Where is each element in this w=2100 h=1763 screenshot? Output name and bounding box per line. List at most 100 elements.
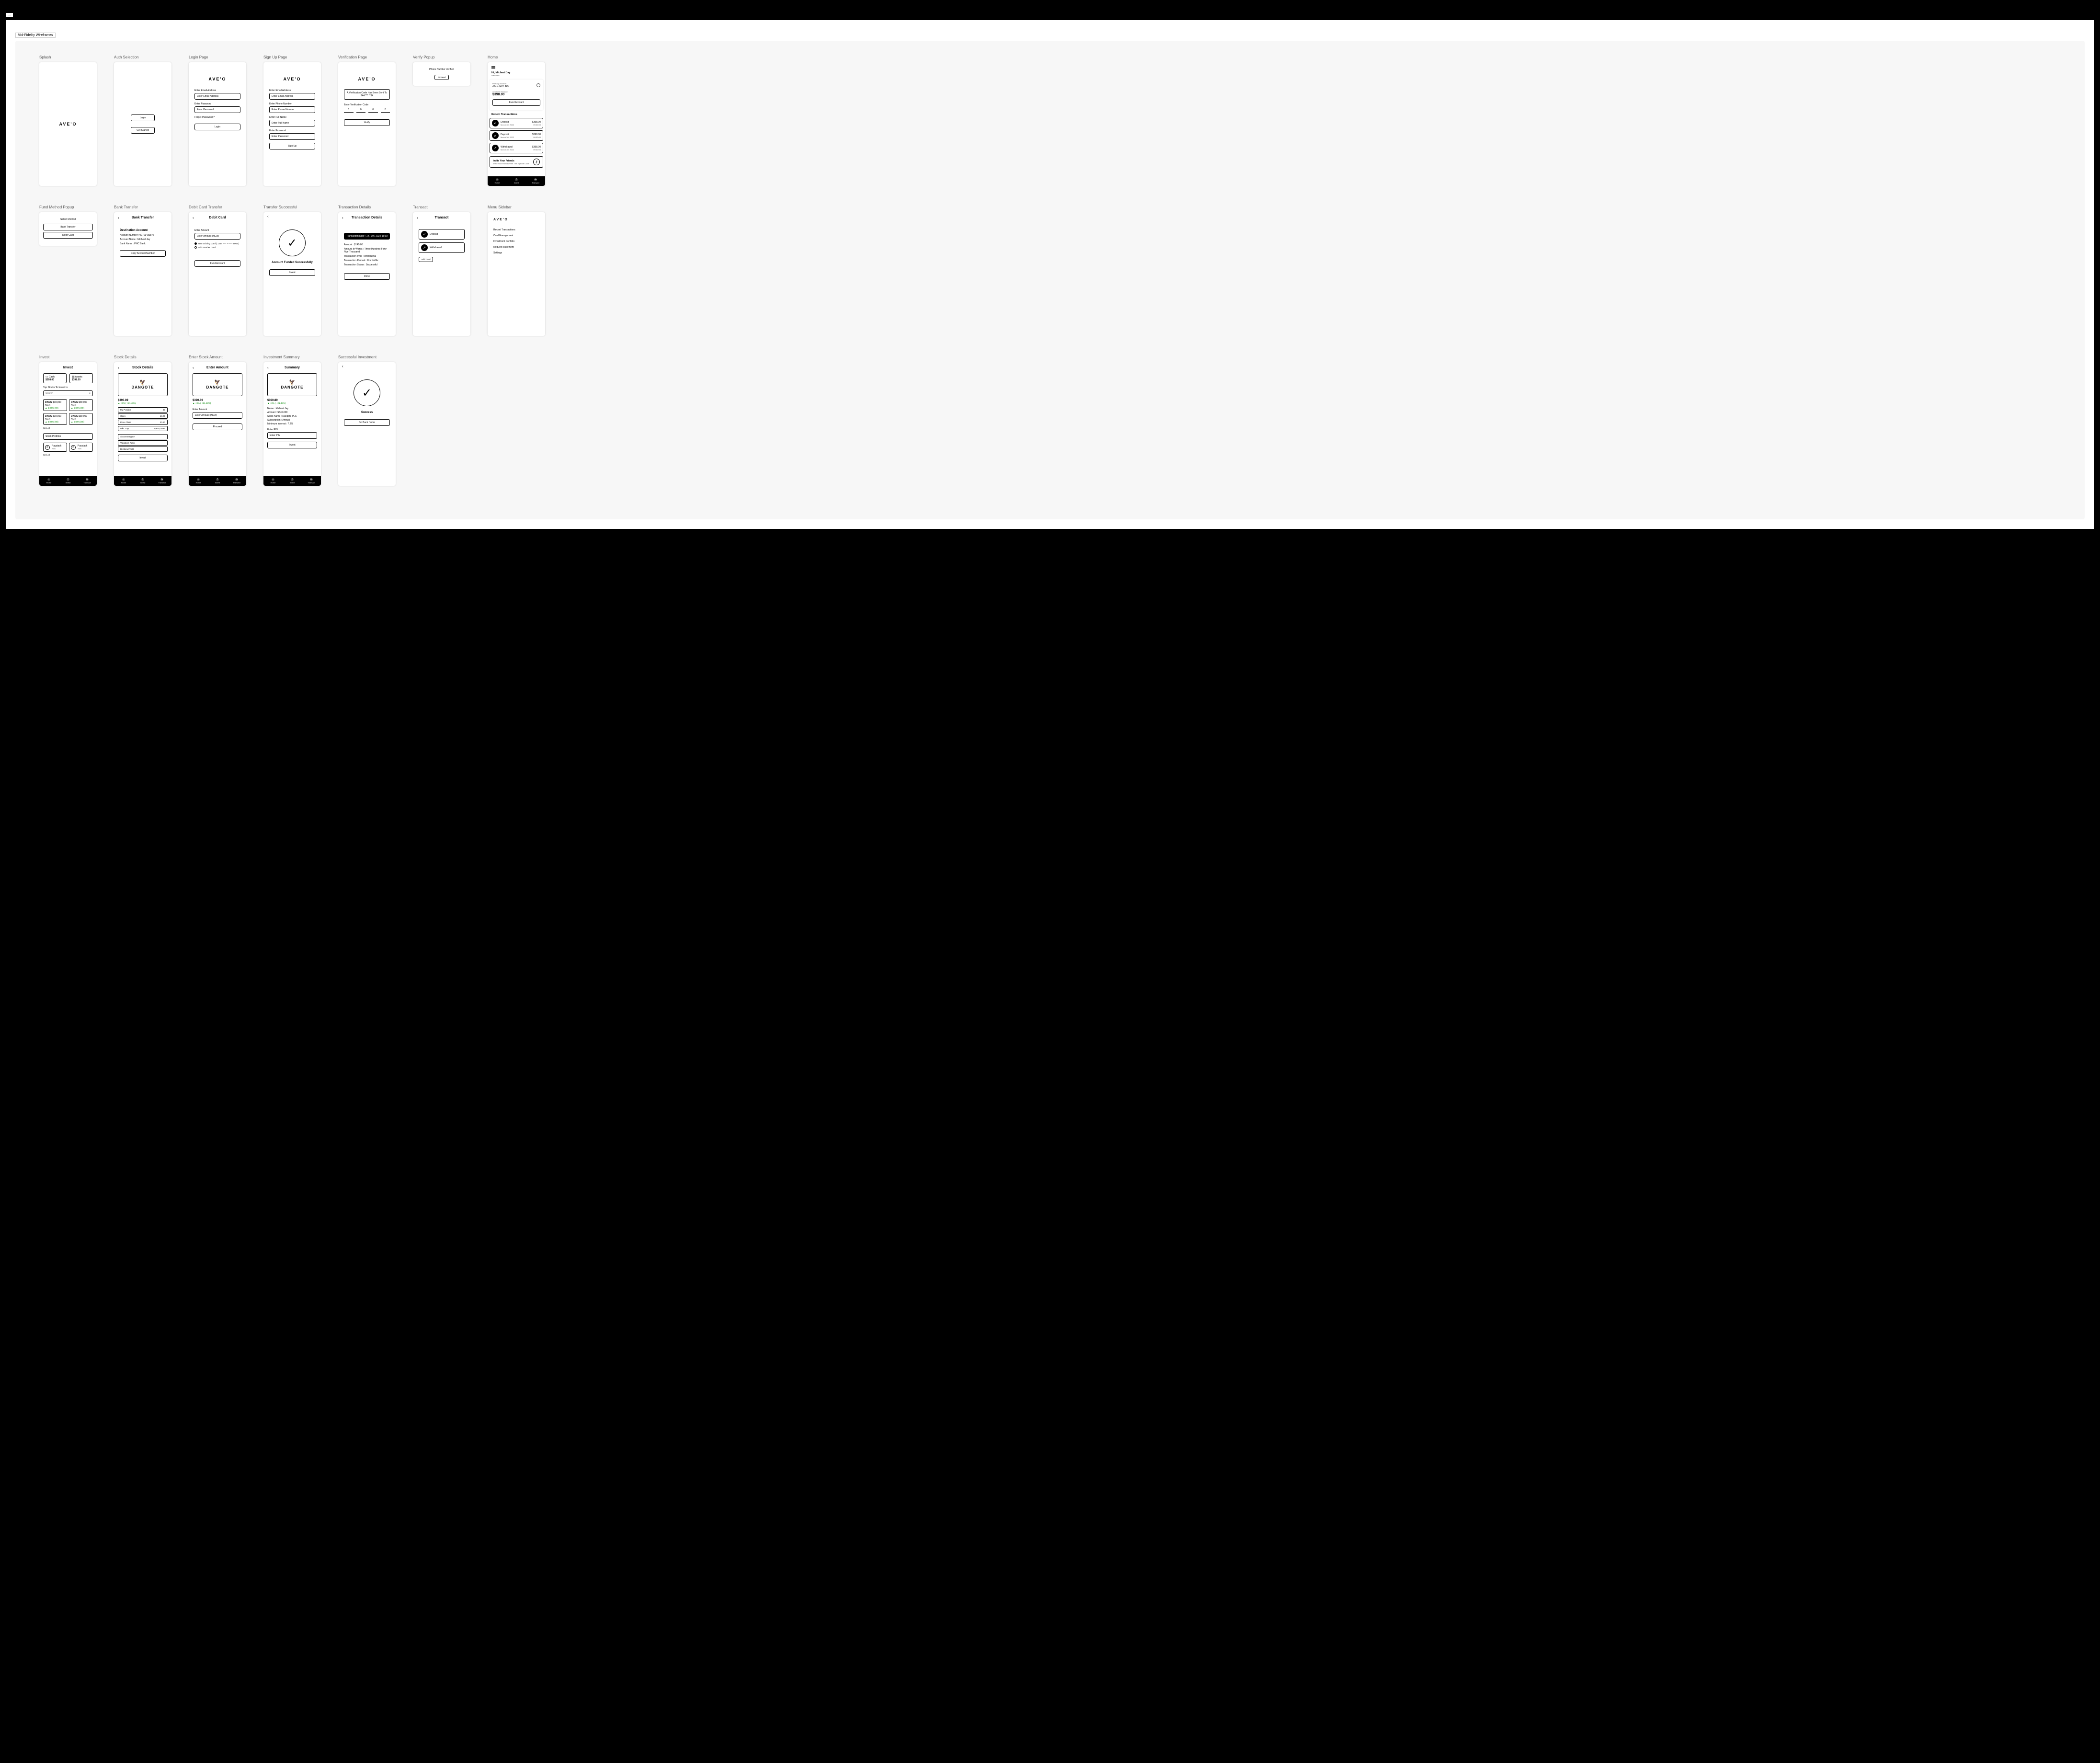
done-button[interactable]: Done — [344, 273, 390, 280]
amount-input[interactable]: Enter Amount (NGN) — [194, 233, 240, 240]
existing-card-option[interactable]: Use Existing Card ( 1234 **** ** **** 99… — [194, 242, 240, 245]
nav-home[interactable]: ⌂Home — [263, 476, 283, 486]
login-button[interactable]: Login — [131, 114, 155, 121]
sidebar-item[interactable]: Card Management — [493, 233, 539, 239]
tx-row[interactable]: ↙DepositMarch 30, 2022$398.0009:00:00 — [490, 118, 543, 128]
otp-cell-4[interactable]: 0 — [381, 108, 390, 113]
frame-fund-popup[interactable]: Select Method Bank Transfer Debit Card — [39, 212, 97, 246]
stock-cell[interactable]: DANG $39,000 NGN▲ 6.02% (90) — [43, 399, 67, 411]
frame-splash[interactable]: AVE'O — [39, 62, 97, 186]
frame-transact[interactable]: ‹Transact ↙Deposit ↗Withdrawal Add Card — [413, 212, 470, 336]
add-card-option[interactable]: Add Another Card — [194, 246, 240, 249]
get-started-button[interactable]: Get Started — [131, 127, 155, 134]
nav-home[interactable]: ⌂Home — [488, 176, 507, 186]
forgot-password-link[interactable]: Forget Password ? — [194, 116, 240, 119]
proceed-button[interactable]: Proceed — [193, 424, 242, 430]
login-submit-button[interactable]: Login — [194, 124, 240, 130]
frame-debit[interactable]: ‹Debit Card Enter Amount Enter Amount (N… — [189, 212, 246, 336]
sidebar-item[interactable]: Settings — [493, 250, 539, 256]
tx-row[interactable]: ↙DepositMarch 30, 2022$398.0009:00:00 — [490, 130, 543, 141]
frame-verify-popup[interactable]: Phone Number Verified Proceed — [413, 62, 470, 86]
see-all-link[interactable]: See All — [43, 427, 93, 429]
back-icon[interactable]: ‹ — [267, 366, 269, 370]
menu-icon[interactable] — [491, 66, 495, 69]
frame-auth[interactable]: Login Get Started — [114, 62, 171, 186]
portfolio-heading[interactable]: Stock Portfolio — [43, 433, 93, 440]
nav-invest[interactable]: ⇡Invest — [133, 476, 152, 486]
withdrawal-option[interactable]: ↗Withdrawal — [419, 242, 465, 253]
nav-home[interactable]: ⌂Home — [189, 476, 208, 486]
otp-cell-1[interactable]: 0 — [344, 108, 354, 113]
sidebar-item[interactable]: Recent Transactions — [493, 227, 539, 233]
invest-button[interactable]: Invest — [269, 269, 315, 276]
add-card-button[interactable]: Add Card — [419, 257, 433, 262]
frame-home[interactable]: Hi, Micheal Jay Welcome Primary Account … — [488, 62, 545, 186]
frame-summary[interactable]: ‹Summary 🦅DANGOTE $390.89 ▲ +3% ( +21.48… — [263, 362, 321, 486]
nav-transact[interactable]: ⇆Transact — [302, 476, 321, 486]
debit-card-button[interactable]: Debit Card — [43, 232, 93, 239]
fund-button[interactable]: Fund Account — [194, 260, 240, 267]
canvas-tab[interactable]: Mid-Fidelity Wireframes — [15, 33, 56, 38]
go-home-button[interactable]: Go Back Home — [344, 419, 390, 426]
nav-transact[interactable]: ⇆Transact — [78, 476, 97, 486]
back-icon[interactable]: ‹ — [417, 216, 418, 220]
password-input[interactable]: Enter Password — [194, 106, 240, 113]
bank-transfer-button[interactable]: Bank Transfer — [43, 224, 93, 230]
nav-transact[interactable]: ⇆Transact — [152, 476, 171, 486]
nav-home[interactable]: ⌂Home — [114, 476, 133, 486]
stock-cell[interactable]: DANG $39,000 NGN▲ 6.02% (90) — [69, 399, 93, 411]
frame-tx-detail[interactable]: ‹Transaction Details Transaction Date : … — [338, 212, 396, 336]
paystack-card-1[interactable]: PPaystack+5% — [43, 443, 67, 452]
invest-button[interactable]: Invest — [118, 455, 168, 461]
sidebar-item[interactable]: Investment Portfolio — [493, 239, 539, 244]
phone-input[interactable]: Enter Phone Number — [269, 106, 315, 113]
nav-invest[interactable]: ⇡Invest — [507, 176, 526, 186]
deposit-option[interactable]: ↙Deposit — [419, 229, 465, 240]
fund-account-button[interactable]: Fund Account — [492, 99, 540, 106]
nav-transact[interactable]: ⇆Transact — [227, 476, 246, 486]
copy-button[interactable]: Copy Account Number — [120, 250, 166, 257]
frame-signup[interactable]: AVE'O Enter Email Address Enter Email Ad… — [263, 62, 321, 186]
back-icon[interactable]: ‹ — [267, 214, 269, 218]
verify-button[interactable]: Verify — [344, 119, 390, 126]
nav-invest[interactable]: ⇡Invest — [58, 476, 78, 486]
invite-card[interactable]: Invite Your Friends Invite Your Friends … — [490, 156, 543, 168]
back-icon[interactable]: ‹ — [193, 216, 194, 220]
search-row[interactable]: ⌕ — [43, 390, 93, 396]
back-icon[interactable]: ‹ — [342, 364, 343, 368]
about-accordion[interactable]: About Dangote — [118, 434, 168, 439]
back-icon[interactable]: ‹ — [342, 216, 343, 220]
frame-invest[interactable]: Invest ▭ Cash$398.00 ▤ Assets$398.00 Top… — [39, 362, 97, 486]
search-icon[interactable]: ⌕ — [89, 392, 91, 395]
signup-button[interactable]: Sign Up — [269, 143, 315, 149]
nav-invest[interactable]: ⇡Invest — [208, 476, 227, 486]
dividend-accordion[interactable]: Dividend Yield — [118, 446, 168, 452]
otp-cell-3[interactable]: 0 — [368, 108, 378, 113]
back-icon[interactable]: ‹ — [118, 216, 119, 220]
eye-icon[interactable] — [536, 83, 540, 87]
see-all-link[interactable]: See All — [43, 454, 93, 456]
frame-invest-ok[interactable]: ‹ ✓ Success Go Back Home — [338, 362, 396, 486]
frame-stock[interactable]: ‹Stock Details 🦅DANGOTE $390.89 ▲ +3% ( … — [114, 362, 171, 486]
frame-bank[interactable]: ‹Bank Transfer Destination Account Accou… — [114, 212, 171, 336]
frame-transfer-ok[interactable]: ‹ ✓ Account Funded Successfully Invest — [263, 212, 321, 336]
stock-cell[interactable]: DANG $39,000 NGN▲ 6.02% (90) — [43, 413, 67, 425]
tx-row[interactable]: ↗WithdrawalMarch 30, 2022$398.0009:00:00 — [490, 143, 543, 153]
password-input[interactable]: Enter Password — [269, 133, 315, 140]
sidebar-item[interactable]: Request Statement — [493, 244, 539, 250]
nav-transact[interactable]: ⇆Transact — [526, 176, 545, 186]
search-input[interactable] — [46, 392, 89, 395]
otp-cell-2[interactable]: 0 — [356, 108, 366, 113]
email-input[interactable]: Enter Email Address — [194, 93, 240, 100]
paystack-card-2[interactable]: PPaystack+5% — [69, 443, 93, 452]
stock-cell[interactable]: DANG $39,000 NGN▲ 6.02% (90) — [69, 413, 93, 425]
frame-menu[interactable]: AVE'O Recent TransactionsCard Management… — [488, 212, 545, 336]
proceed-button[interactable]: Proceed — [434, 75, 449, 80]
frame-verify[interactable]: AVE'O A Verification Code Has Been Sent … — [338, 62, 396, 186]
frame-login[interactable]: AVE'O Enter Email Address Enter Email Ad… — [189, 62, 246, 186]
invest-button[interactable]: Invest — [267, 442, 317, 448]
nav-invest[interactable]: ⇡Invest — [283, 476, 302, 486]
frame-enter-amt[interactable]: ‹Enter Amount 🦅DANGOTE $390.89 ▲ +3% ( +… — [189, 362, 246, 486]
email-input[interactable]: Enter Email Address — [269, 93, 315, 100]
back-icon[interactable]: ‹ — [193, 366, 194, 370]
